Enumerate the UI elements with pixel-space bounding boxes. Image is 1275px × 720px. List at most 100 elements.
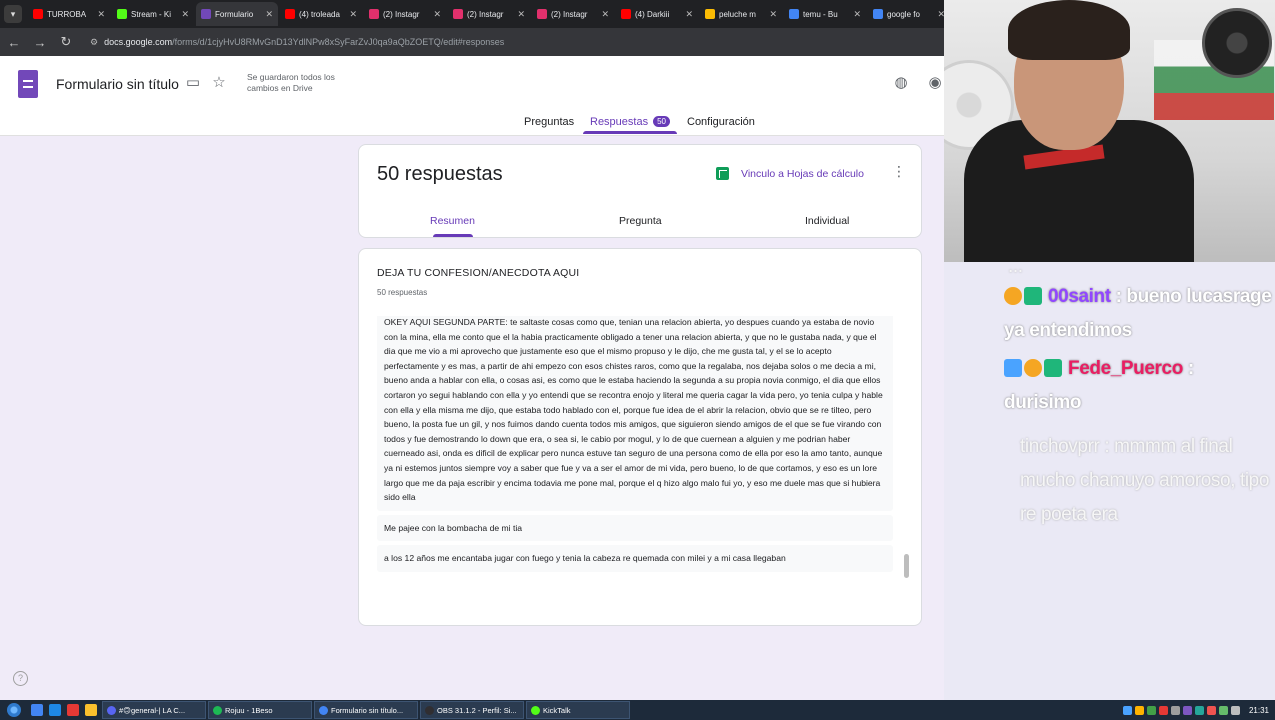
more-options-icon[interactable]: ⋮ bbox=[892, 163, 906, 180]
tab-favicon-icon bbox=[873, 9, 883, 19]
answer-item: Me pajee con la bombacha de mi tia bbox=[377, 514, 893, 542]
windows-taskbar: #🙃general-| LA C... Rojuu - 1Beso Formular… bbox=[0, 700, 1275, 720]
tab-settings[interactable]: Configuración bbox=[687, 116, 755, 128]
tray-icon[interactable] bbox=[1158, 705, 1168, 715]
taskbar-window-button[interactable]: Formulario sin título... bbox=[314, 701, 418, 719]
tab-list: TURROBA ✕ Stream - Ki ✕ Formulario ✕ (4) trole… bbox=[28, 2, 950, 26]
close-tab-icon[interactable]: ✕ bbox=[685, 9, 693, 20]
tray-icon[interactable] bbox=[1146, 705, 1156, 715]
browser-tab-label: (2) Instagr bbox=[383, 9, 420, 19]
responses-summary-card: 50 respuestas Vinculo a Hojas de cálculo… bbox=[358, 144, 922, 238]
chat-message-text: : bueno lucasrage ya entendimos bbox=[1004, 286, 1272, 341]
tab-questions-label: Preguntas bbox=[524, 116, 575, 128]
url-input[interactable]: ⚙ docs.google.com/forms/d/1cjyHvU8RMvGnD… bbox=[84, 32, 944, 52]
tray-icon[interactable] bbox=[1182, 705, 1192, 715]
tray-icon[interactable] bbox=[1206, 705, 1216, 715]
close-tab-icon[interactable]: ✕ bbox=[601, 9, 609, 20]
taskbar-window-button[interactable]: KickTalk bbox=[526, 701, 630, 719]
tab-question[interactable]: Pregunta bbox=[619, 215, 662, 227]
close-tab-icon[interactable]: ✕ bbox=[517, 9, 525, 20]
pinned-app-icon[interactable] bbox=[49, 704, 61, 716]
close-tab-icon[interactable]: ✕ bbox=[265, 9, 273, 20]
browser-tab[interactable]: Stream - Ki ✕ bbox=[112, 2, 194, 26]
link-to-sheets-button[interactable]: Vinculo a Hojas de cálculo bbox=[741, 168, 864, 180]
tray-icon[interactable] bbox=[1194, 705, 1204, 715]
chat-message: 00saint : bueno lucasrage ya entendimos bbox=[1004, 280, 1275, 348]
close-tab-icon[interactable]: ✕ bbox=[97, 9, 105, 20]
tab-favicon-icon bbox=[117, 9, 127, 19]
webcam-overlay bbox=[944, 0, 1275, 262]
site-info-icon[interactable]: ⚙ bbox=[90, 37, 98, 48]
tab-responses[interactable]: Respuestas 50 bbox=[590, 116, 670, 128]
folder-icon[interactable]: ▭ bbox=[184, 74, 202, 92]
browser-tab[interactable]: temu - Bu ✕ bbox=[784, 2, 866, 26]
answer-item: OKEY AQUI SEGUNDA PARTE: te saltaste cos… bbox=[377, 316, 893, 511]
close-tab-icon[interactable]: ✕ bbox=[181, 9, 189, 20]
close-tab-icon[interactable]: ✕ bbox=[433, 9, 441, 20]
reload-icon[interactable]: ↻ bbox=[58, 34, 74, 50]
taskbar-task-list: #🙃general-| LA C... Rojuu - 1Beso Formular… bbox=[100, 701, 630, 719]
palette-icon[interactable]: ◍ bbox=[892, 74, 910, 92]
forms-logo-icon[interactable] bbox=[18, 70, 38, 98]
pinned-app-icon[interactable] bbox=[67, 704, 79, 716]
tray-icon[interactable] bbox=[1218, 705, 1228, 715]
tab-favicon-icon bbox=[705, 9, 715, 19]
browser-tab-label: (4) Darkiii bbox=[635, 9, 670, 19]
close-tab-icon[interactable]: ✕ bbox=[769, 9, 777, 20]
taskbar-window-button[interactable]: Rojuu - 1Beso bbox=[208, 701, 312, 719]
folder-icon[interactable] bbox=[85, 704, 97, 716]
chat-message-text: ... bbox=[1008, 256, 1023, 277]
form-title[interactable]: Formulario sin título bbox=[56, 76, 179, 92]
tab-individual[interactable]: Individual bbox=[805, 215, 849, 227]
start-button[interactable] bbox=[0, 700, 28, 720]
browser-tab[interactable]: google fo ✕ bbox=[868, 2, 950, 26]
tab-favicon-icon bbox=[33, 9, 43, 19]
taskbar-window-button[interactable]: #🙃general-| LA C... bbox=[102, 701, 206, 719]
forward-icon[interactable]: → bbox=[32, 35, 48, 50]
browser-tab-label: google fo bbox=[887, 9, 920, 19]
browser-tab[interactable]: (2) Instagr ✕ bbox=[364, 2, 446, 26]
browser-tab[interactable]: (2) Instagr ✕ bbox=[532, 2, 614, 26]
taskbar-clock[interactable]: 21:31 bbox=[1249, 706, 1269, 715]
answers-list[interactable]: OKEY AQUI SEGUNDA PARTE: te saltaste cos… bbox=[377, 316, 893, 609]
tray-icon[interactable] bbox=[1122, 705, 1132, 715]
task-app-icon bbox=[319, 705, 328, 715]
browser-tab[interactable]: (4) Darkiii ✕ bbox=[616, 2, 698, 26]
chat-message-cut: ... bbox=[1008, 250, 1023, 284]
browser-tab[interactable]: TURROBA ✕ bbox=[28, 2, 110, 26]
tray-icon[interactable] bbox=[1134, 705, 1144, 715]
close-tab-icon[interactable]: ✕ bbox=[853, 9, 861, 20]
browser-tab[interactable]: peluche m ✕ bbox=[700, 2, 782, 26]
task-app-icon bbox=[107, 705, 116, 715]
back-icon[interactable]: ← bbox=[6, 35, 22, 50]
sheets-icon[interactable] bbox=[716, 167, 729, 180]
tray-icon[interactable] bbox=[1170, 705, 1180, 715]
stream-chat-overlay: ... 00saint : bueno lucasrage ya entendi… bbox=[944, 256, 1275, 700]
tab-favicon-icon bbox=[369, 9, 379, 19]
browser-tab[interactable]: (2) Instagr ✕ bbox=[448, 2, 530, 26]
help-icon[interactable]: ? bbox=[13, 671, 28, 686]
speaker-icon[interactable] bbox=[1230, 705, 1240, 715]
taskbar-window-button[interactable]: OBS 31.1.2 - Perfil: Si... bbox=[420, 701, 524, 719]
chat-username: 00saint bbox=[1048, 286, 1111, 307]
tab-favicon-icon bbox=[621, 9, 631, 19]
answers-scrollbar[interactable] bbox=[904, 554, 909, 578]
system-tray: 21:31 bbox=[1122, 705, 1275, 715]
preview-eye-icon[interactable]: ◉ bbox=[926, 74, 944, 92]
tab-questions[interactable]: Preguntas bbox=[524, 116, 574, 128]
browser-tab-label: temu - Bu bbox=[803, 9, 838, 19]
star-icon[interactable]: ☆ bbox=[210, 74, 228, 92]
tab-search-button[interactable]: ▾ bbox=[4, 5, 22, 23]
tab-favicon-icon bbox=[537, 9, 547, 19]
tab-summary[interactable]: Resumen bbox=[430, 215, 475, 227]
tab-settings-label: Configuración bbox=[687, 116, 755, 128]
browser-tab[interactable]: Formulario ✕ bbox=[196, 2, 278, 26]
chat-message: tinchovprr : mmmm al final mucho chamuyo… bbox=[1020, 430, 1270, 532]
fan-decoration bbox=[1202, 8, 1272, 78]
windows-logo-icon bbox=[7, 703, 21, 717]
browser-tab[interactable]: (4) troleada ✕ bbox=[280, 2, 362, 26]
browser-tab-label: peluche m bbox=[719, 9, 756, 19]
close-tab-icon[interactable]: ✕ bbox=[349, 9, 357, 20]
pinned-app-icon[interactable] bbox=[31, 704, 43, 716]
save-status: Se guardaron todos los cambios en Drive bbox=[247, 72, 335, 93]
